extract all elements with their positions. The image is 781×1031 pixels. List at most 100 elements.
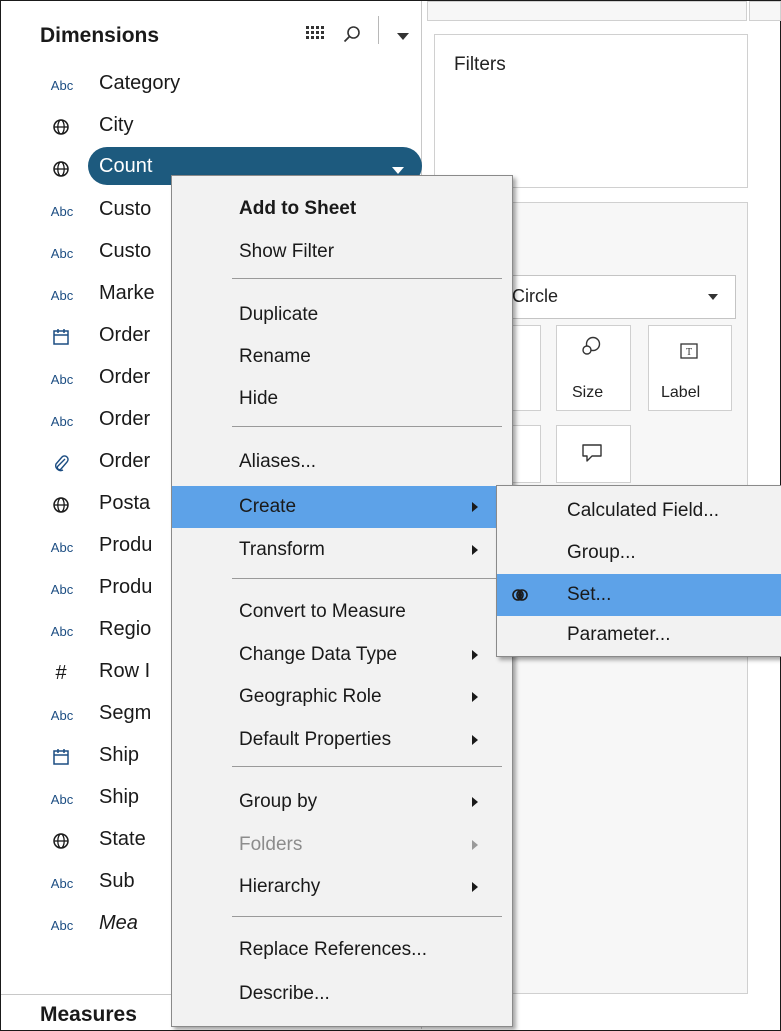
menu-item-label: Rename (239, 346, 311, 367)
submenu-item-label: Group... (567, 542, 636, 563)
globe-icon (50, 494, 72, 516)
menu-separator (232, 278, 502, 279)
chevron-down-icon[interactable] (392, 167, 404, 174)
set-icon (512, 589, 528, 601)
menu-item-transform[interactable]: Transform (172, 529, 512, 571)
dimension-field-label: Order (99, 324, 151, 346)
menu-separator (232, 578, 502, 579)
menu-separator (232, 426, 502, 427)
search-icon[interactable] (343, 25, 361, 43)
tooltip-icon (582, 444, 602, 462)
menu-item-label: Transform (239, 539, 325, 560)
dimension-field-label: Order (99, 450, 151, 472)
menu-item-label: Aliases... (239, 451, 317, 472)
chevron-right-icon (472, 502, 478, 512)
view-as-list-icon[interactable] (306, 26, 324, 40)
menu-item-add-to-sheet[interactable]: Add to Sheet (172, 188, 512, 230)
menu-item-label: Change Data Type (239, 644, 398, 665)
measures-title: Measures (40, 1003, 137, 1026)
abc-string-icon: Abc (50, 707, 74, 723)
menu-item-describe[interactable]: Describe... (172, 973, 512, 1015)
abc-string-icon: Abc (50, 791, 74, 807)
abc-string-icon: Abc (50, 581, 74, 597)
dimension-field-label: Category (99, 72, 181, 94)
submenu-item-label: Parameter... (567, 624, 671, 645)
chevron-right-icon (472, 650, 478, 660)
menu-item-label: Replace References... (239, 939, 427, 960)
menu-item-label: Show Filter (239, 241, 335, 262)
dimension-field-row[interactable]: City (0, 106, 420, 148)
menu-item-hide[interactable]: Hide (172, 378, 512, 420)
dimension-field-label: Custo (99, 240, 152, 262)
dimension-field-label: Regio (99, 618, 152, 640)
submenu-item-set[interactable]: Set... (497, 574, 781, 616)
menu-item-change-data-type[interactable]: Change Data Type (172, 634, 512, 676)
chevron-down-icon[interactable] (708, 294, 718, 300)
menu-item-label: Group by (239, 791, 318, 812)
dimension-field-label: Mea (99, 912, 138, 934)
submenu-item-parameter[interactable]: Parameter... (497, 614, 781, 656)
globe-icon (50, 830, 72, 852)
calendar-icon (50, 326, 72, 348)
number-hash-icon: # (55, 661, 67, 684)
svg-text:T: T (686, 347, 692, 358)
chevron-right-icon (472, 840, 478, 850)
dimension-field-label: Row I (99, 660, 151, 682)
submenu-item-calculated-field[interactable]: Calculated Field... (497, 490, 781, 532)
menu-item-convert-to-measure[interactable]: Convert to Measure (172, 591, 512, 633)
globe-icon (50, 158, 72, 180)
dimension-field-label: Sub (99, 870, 135, 892)
menu-item-replace-references[interactable]: Replace References... (172, 929, 512, 971)
abc-string-icon: Abc (50, 623, 74, 639)
abc-string-icon: Abc (50, 203, 74, 219)
dimension-field-label: Order (99, 408, 151, 430)
chevron-right-icon (472, 797, 478, 807)
dimension-field-row[interactable]: Abc Category (0, 64, 420, 106)
abc-string-icon: Abc (50, 371, 74, 387)
menu-item-rename[interactable]: Rename (172, 336, 512, 378)
dimensions-title: Dimensions (40, 24, 160, 47)
abc-string-icon: Abc (50, 413, 74, 429)
chevron-right-icon (472, 735, 478, 745)
submenu-item-group[interactable]: Group... (497, 532, 781, 574)
chevron-down-icon[interactable] (397, 33, 409, 40)
abc-string-icon: Abc (50, 287, 74, 303)
field-context-menu: Add to Sheet Show Filter Duplicate Rename Hi… (171, 175, 513, 1027)
selected-field-label: Count (99, 155, 153, 177)
abc-string-icon: Abc (50, 539, 74, 555)
submenu-item-label: Set... (567, 584, 612, 605)
menu-item-default-properties[interactable]: Default Properties (172, 719, 512, 761)
label-icon: T (680, 343, 698, 359)
dimension-field-label: Ship (99, 744, 140, 766)
menu-item-label: Describe... (239, 983, 330, 1004)
menu-item-show-filter[interactable]: Show Filter (172, 231, 512, 273)
menu-item-create[interactable]: Create (172, 486, 512, 528)
filters-label: Filters (454, 54, 506, 75)
menu-item-aliases[interactable]: Aliases... (172, 441, 512, 483)
chevron-right-icon (472, 882, 478, 892)
menu-item-label: Create (239, 496, 297, 517)
menu-item-label: Add to Sheet (239, 198, 357, 219)
label-label: Label (661, 384, 701, 401)
mark-type-value: Circle (512, 286, 559, 306)
dimension-field-label: Produ (99, 534, 153, 556)
menu-item-duplicate[interactable]: Duplicate (172, 294, 512, 336)
menu-separator (232, 916, 502, 917)
menu-item-label: Convert to Measure (239, 601, 406, 622)
create-submenu: Calculated Field... Group... Set... Paramet… (496, 485, 781, 657)
menu-item-label: Folders (239, 834, 303, 855)
abc-string-icon: Abc (50, 875, 74, 891)
dimension-field-label: Produ (99, 576, 153, 598)
size-label: Size (572, 384, 604, 401)
globe-icon (50, 116, 72, 138)
menu-item-group-by[interactable]: Group by (172, 781, 512, 823)
header-divider (378, 16, 379, 44)
menu-item-geographic-role[interactable]: Geographic Role (172, 676, 512, 718)
dimension-field-label: City (99, 114, 134, 136)
abc-string-icon: Abc (50, 245, 74, 261)
dimension-field-label: Ship (99, 786, 140, 808)
dimension-field-label: State (99, 828, 146, 850)
menu-item-hierarchy[interactable]: Hierarchy (172, 866, 512, 908)
paperclip-icon (50, 452, 72, 474)
calendar-icon (50, 746, 72, 768)
